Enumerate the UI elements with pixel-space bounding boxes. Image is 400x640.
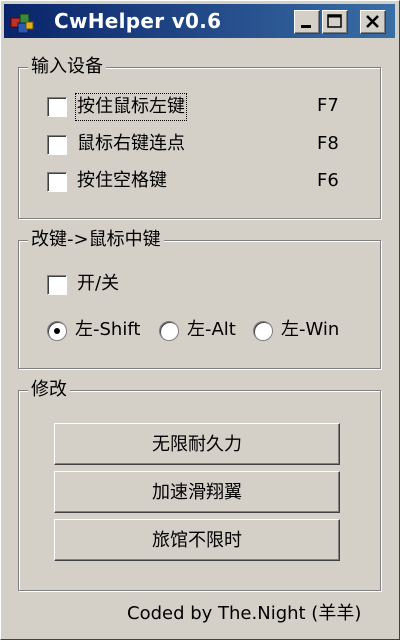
checkbox-box[interactable]: [47, 275, 67, 295]
close-icon: [366, 15, 379, 28]
checkbox-hold-left-mouse[interactable]: 按住鼠标左键 F7: [47, 93, 357, 121]
maximize-button[interactable]: [322, 10, 348, 34]
modifier-radio-group: 左-Shift 左-Alt 左-Win: [47, 317, 367, 345]
checkbox-label: 按住鼠标左键: [75, 93, 187, 121]
app-window: CwHelper v0.6 输入设备 按住鼠标左键 F7 鼠标右键连点 F8 按…: [0, 0, 400, 640]
group-title-remap: 改键->鼠标中键: [28, 229, 164, 251]
checkbox-label: 开/关: [77, 273, 120, 294]
credits-text: Coded by The.Night (羊羊): [127, 603, 362, 624]
hotkey-label: F6: [317, 170, 339, 191]
minimize-icon: [301, 25, 311, 28]
checkbox-box[interactable]: [47, 135, 67, 155]
app-blocks-icon: [10, 13, 34, 34]
radio-label-left-shift: 左-Shift: [75, 319, 141, 340]
checkbox-label: 按住空格键: [77, 170, 167, 191]
checkbox-label: 鼠标右键连点: [77, 133, 185, 154]
checkbox-box[interactable]: [47, 97, 67, 117]
infinite-durability-button[interactable]: 无限耐久力: [54, 423, 340, 465]
checkbox-remap-toggle[interactable]: 开/关: [47, 271, 167, 299]
checkbox-right-click-repeat[interactable]: 鼠标右键连点 F8: [47, 131, 357, 159]
speed-glider-button[interactable]: 加速滑翔翼: [54, 471, 340, 513]
group-title-input: 输入设备: [28, 56, 106, 78]
input-device-group: 输入设备 按住鼠标左键 F7 鼠标右键连点 F8 按住空格键 F6: [18, 56, 381, 219]
hotkey-label: F8: [317, 133, 339, 154]
window-title: CwHelper v0.6: [54, 9, 222, 33]
radio-left-alt[interactable]: [159, 321, 179, 341]
close-button[interactable]: [360, 10, 386, 34]
radio-left-win[interactable]: [253, 321, 273, 341]
checkbox-hold-space[interactable]: 按住空格键 F6: [47, 168, 357, 196]
remap-middle-button-group: 改键->鼠标中键 开/关 左-Shift 左-Alt 左-Win: [18, 229, 381, 369]
radio-left-shift[interactable]: [47, 321, 67, 341]
hotel-unlimited-time-button[interactable]: 旅馆不限时: [54, 519, 340, 561]
modify-group: 修改 无限耐久力 加速滑翔翼 旅馆不限时: [18, 379, 381, 591]
maximize-icon: [327, 14, 342, 28]
radio-selected-dot: [54, 328, 60, 334]
group-title-modify: 修改: [28, 379, 70, 401]
title-bar[interactable]: CwHelper v0.6: [4, 4, 395, 38]
checkbox-box[interactable]: [47, 172, 67, 192]
minimize-button[interactable]: [294, 10, 320, 34]
radio-label-left-win: 左-Win: [281, 319, 340, 340]
hotkey-label: F7: [317, 95, 339, 116]
radio-label-left-alt: 左-Alt: [187, 319, 236, 340]
